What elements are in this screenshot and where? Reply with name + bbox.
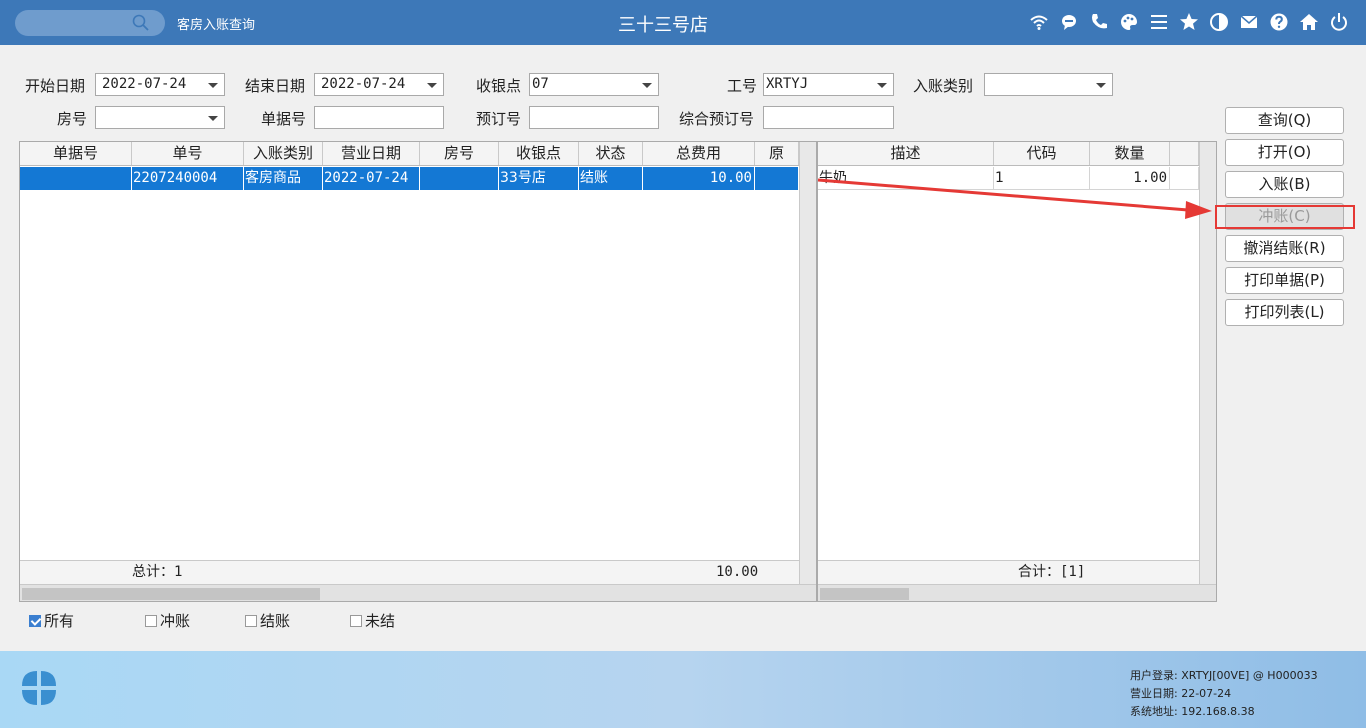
open-button[interactable]: 打开(O) (1225, 139, 1344, 166)
annotation-highlight-box (1215, 205, 1355, 229)
filter-settled-label: 结账 (260, 612, 291, 630)
filter-reversed-checkbox[interactable]: 冲账 (145, 610, 190, 631)
annotation-arrow (817, 178, 1212, 219)
checkbox-icon[interactable] (245, 614, 257, 627)
filter-unsettled-label: 未结 (365, 612, 396, 630)
print-list-button[interactable]: 打印列表(L) (1225, 299, 1344, 326)
filter-settled-checkbox[interactable]: 结账 (245, 610, 290, 631)
print-document-button[interactable]: 打印单据(P) (1225, 267, 1344, 294)
status-user: 用户登录: XRTYJ[00VE] @ H000033 (1130, 669, 1318, 682)
filter-all-label: 所有 (44, 612, 75, 630)
checkbox-icon[interactable] (350, 614, 362, 627)
query-button[interactable]: 查询(Q) (1225, 107, 1344, 134)
post-button[interactable]: 入账(B) (1225, 171, 1344, 198)
app-logo-icon (22, 671, 56, 705)
cancel-checkout-button[interactable]: 撤消结账(R) (1225, 235, 1344, 262)
filter-all-checkbox[interactable]: 所有 (29, 610, 74, 631)
checkbox-icon[interactable] (145, 614, 157, 627)
status-system-address: 系统地址: 192.168.8.38 (1130, 705, 1255, 718)
checkbox-checked-icon[interactable] (29, 614, 41, 627)
status-business-date: 营业日期: 22-07-24 (1130, 687, 1232, 700)
filter-reversed-label: 冲账 (160, 612, 191, 630)
filter-unsettled-checkbox[interactable]: 未结 (350, 610, 395, 631)
